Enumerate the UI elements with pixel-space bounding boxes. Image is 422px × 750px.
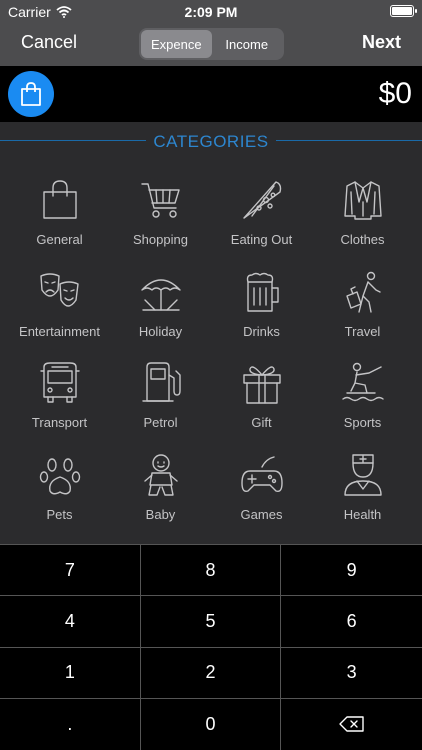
gift-icon	[242, 366, 281, 405]
key-4[interactable]: 4	[0, 596, 141, 648]
category-travel[interactable]: Travel	[312, 257, 413, 349]
gamepad-icon	[240, 456, 283, 493]
shopping-bag-icon	[42, 180, 77, 219]
category-holiday[interactable]: Holiday	[110, 257, 211, 349]
category-label: Travel	[344, 323, 381, 339]
category-clothes[interactable]: Clothes	[312, 165, 413, 257]
category-label: Clothes	[340, 232, 385, 247]
selected-category-badge[interactable]	[8, 71, 54, 117]
key-2[interactable]: 2	[140, 647, 282, 699]
category-transport[interactable]: Transport	[9, 348, 110, 440]
cart-icon	[140, 183, 180, 218]
category-label: Health	[343, 507, 382, 523]
shopping-bag-icon	[21, 82, 41, 106]
clock: 2:09 PM	[184, 4, 238, 20]
categories-title: CATEGORIES	[153, 132, 269, 151]
category-label: Games	[240, 507, 283, 523]
category-pets[interactable]: Pets	[9, 440, 110, 532]
category-eating-out[interactable]: Eating Out	[211, 165, 312, 257]
category-label: Sports	[343, 415, 382, 431]
key-5[interactable]: 5	[140, 596, 282, 648]
numeric-keypad: 7 8 9 4 5 6 1 2 3 . 0	[0, 544, 422, 750]
category-label: Eating Out	[230, 232, 293, 247]
category-shopping[interactable]: Shopping	[110, 165, 211, 257]
category-gift[interactable]: Gift	[211, 348, 312, 440]
status-bar: Carrier 2:09 PM	[0, 0, 422, 24]
category-entertainment[interactable]: Entertainment	[9, 257, 110, 349]
type-segmented-control: Expence Income	[139, 28, 284, 60]
category-label: General	[36, 232, 83, 247]
navigation-bar: Cancel Expence Income Next	[0, 24, 422, 66]
backspace-button[interactable]	[281, 699, 422, 750]
backspace-icon	[338, 716, 364, 733]
doctor-icon	[343, 454, 382, 496]
category-petrol[interactable]: Petrol	[110, 348, 211, 440]
key-8[interactable]: 8	[140, 545, 282, 597]
baby-icon	[143, 454, 178, 496]
category-sports[interactable]: Sports	[312, 348, 413, 440]
category-label: Petrol	[143, 415, 178, 431]
beach-umbrella-icon	[140, 278, 181, 311]
pizza-icon	[242, 181, 281, 219]
next-button[interactable]: Next	[362, 32, 401, 53]
categories-header: CATEGORIES	[0, 128, 422, 154]
key-0[interactable]: 0	[141, 698, 282, 750]
key-decimal[interactable]: .	[0, 698, 141, 750]
cancel-button[interactable]: Cancel	[21, 32, 77, 53]
water-ski-icon	[341, 363, 384, 402]
suit-icon	[343, 181, 382, 220]
key-7[interactable]: 7	[0, 545, 141, 597]
category-baby[interactable]: Baby	[110, 440, 211, 532]
amount-bar: $0	[0, 66, 422, 122]
category-general[interactable]: General	[9, 165, 110, 257]
segment-expence[interactable]: Expence	[141, 30, 212, 58]
battery-icon	[390, 5, 417, 17]
theater-masks-icon	[39, 272, 79, 307]
divider	[276, 140, 422, 141]
category-drinks[interactable]: Drinks	[211, 257, 312, 349]
category-grid: General Shopping Eating Out Clothes Ente…	[9, 165, 413, 532]
beer-mug-icon	[246, 272, 279, 312]
category-label: Transport	[31, 415, 88, 431]
category-label: Shopping	[133, 232, 188, 247]
key-9[interactable]: 9	[281, 545, 422, 597]
category-label: Drinks	[243, 323, 280, 339]
key-3[interactable]: 3	[281, 648, 422, 699]
category-label: Gift	[251, 415, 272, 431]
segment-income[interactable]: Income	[212, 30, 283, 58]
category-health[interactable]: Health	[312, 440, 413, 532]
category-label: Holiday	[138, 323, 183, 339]
category-label: Pets	[46, 507, 73, 523]
bus-icon	[39, 362, 80, 404]
category-games[interactable]: Games	[211, 440, 312, 532]
key-1[interactable]: 1	[0, 647, 141, 699]
paw-icon	[39, 458, 80, 495]
category-label: Entertainment	[19, 323, 100, 339]
fuel-pump-icon	[141, 362, 181, 403]
traveler-icon	[345, 271, 381, 313]
key-6[interactable]: 6	[281, 596, 422, 648]
category-label: Baby	[145, 507, 176, 523]
amount-value: $0	[378, 77, 412, 110]
